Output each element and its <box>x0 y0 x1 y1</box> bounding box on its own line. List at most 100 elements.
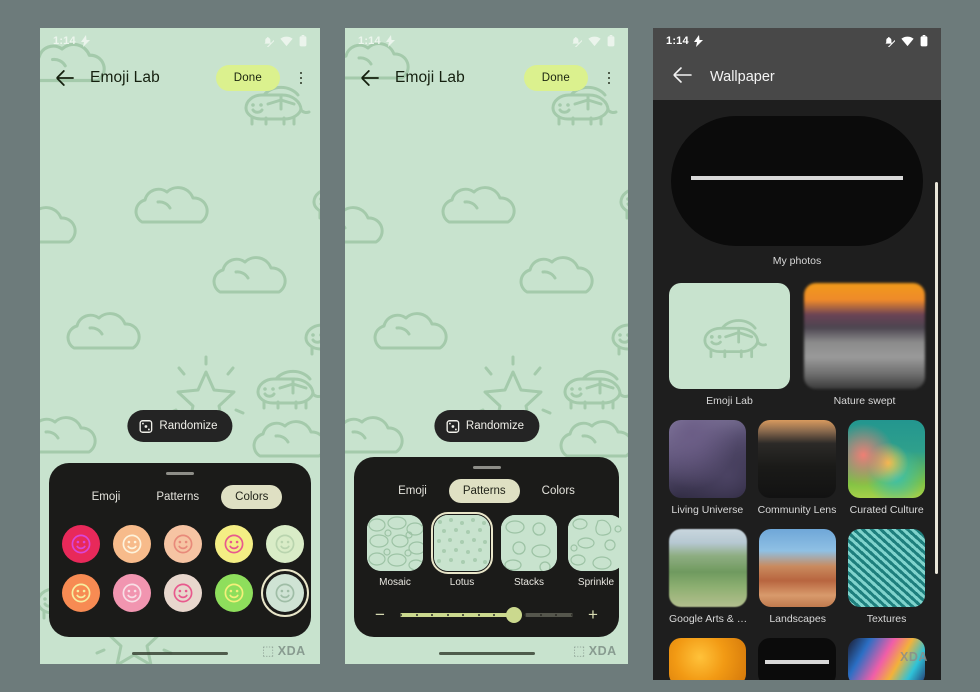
wallpaper-tile-textures[interactable]: Textures <box>848 529 926 625</box>
tile-label: Community Lens <box>757 504 837 516</box>
wallpaper-row-2: Living Universe Community Lens Curated C… <box>669 420 925 516</box>
back-button[interactable] <box>673 66 692 88</box>
status-bar: 1:14 <box>40 28 320 54</box>
tile-art <box>757 420 837 498</box>
slider-thumb[interactable] <box>506 606 523 623</box>
xda-watermark: XDA <box>900 650 928 664</box>
pattern-thumbnail <box>431 512 493 574</box>
wallpaper-tile-community-lens[interactable]: Community Lens <box>757 420 837 516</box>
bolt-icon <box>385 35 395 47</box>
density-slider-row: − + <box>354 588 619 623</box>
my-photos-tile[interactable] <box>671 116 923 246</box>
notifications-off-icon <box>885 36 895 47</box>
tab-colors[interactable]: Colors <box>221 485 283 509</box>
page-title: Wallpaper <box>710 69 775 85</box>
more-options-icon[interactable] <box>290 63 312 93</box>
randomize-button[interactable]: Randomize <box>127 410 233 442</box>
color-swatch[interactable] <box>113 525 151 563</box>
more-options-icon[interactable] <box>598 63 620 93</box>
wallpaper-tile-nature-swept[interactable]: Nature swept <box>804 283 925 407</box>
slider-ticks <box>400 613 573 616</box>
back-button[interactable] <box>355 63 385 93</box>
battery-icon <box>607 35 615 47</box>
tile-art <box>848 420 925 498</box>
color-swatch[interactable] <box>164 574 202 612</box>
pattern-label: Mosaic <box>379 577 411 588</box>
tile-art <box>669 420 746 498</box>
vertical-scrollbar[interactable] <box>935 182 938 574</box>
wallpaper-tile-curated-culture[interactable]: Curated Culture <box>848 420 925 516</box>
phone-screen-wallpaper-picker: 1:14 Wallpaper My photos Emoji Lab Natur… <box>653 28 941 680</box>
notifications-off-icon <box>572 36 582 47</box>
wifi-icon <box>280 36 293 46</box>
xda-watermark: ⬚ XDA <box>573 643 617 659</box>
randomize-icon <box>139 419 153 433</box>
wallpaper-row-1: Emoji Lab Nature swept <box>669 283 925 407</box>
tab-emoji[interactable]: Emoji <box>78 485 135 509</box>
wallpaper-row-4-partial <box>669 638 925 680</box>
app-bar: Wallpaper <box>653 54 941 100</box>
color-swatch[interactable] <box>164 525 202 563</box>
wallpaper-tile-partial-2[interactable] <box>758 638 836 680</box>
color-swatch[interactable] <box>62 525 100 563</box>
status-bar-right <box>883 35 928 47</box>
notifications-off-icon <box>264 36 274 47</box>
status-bar-right <box>262 35 307 47</box>
status-bar-left: 1:14 <box>666 35 703 47</box>
color-swatch[interactable] <box>215 525 253 563</box>
density-slider[interactable] <box>400 606 573 623</box>
page-title: Emoji Lab <box>395 69 465 86</box>
app-bar: Emoji Lab Done <box>40 54 320 102</box>
pattern-thumbnail <box>568 515 624 571</box>
randomize-button[interactable]: Randomize <box>433 410 540 442</box>
color-swatch[interactable] <box>215 574 253 612</box>
sheet-tabs: Emoji Patterns Colors <box>49 485 311 509</box>
tile-art <box>848 529 926 607</box>
tab-patterns[interactable]: Patterns <box>448 479 520 503</box>
pattern-option-sprinkle[interactable]: Sprinkle <box>568 515 624 588</box>
wallpaper-tile-google-arts[interactable]: Google Arts & … <box>669 529 748 625</box>
tab-patterns[interactable]: Patterns <box>142 485 213 509</box>
pattern-label: Lotus <box>449 577 475 588</box>
wallpaper-tile-living-universe[interactable]: Living Universe <box>669 420 746 516</box>
status-bar: 1:14 <box>345 28 628 54</box>
tile-label: Living Universe <box>671 504 744 516</box>
pattern-option-mosaic[interactable]: Mosaic <box>367 515 423 588</box>
pattern-option-lotus[interactable]: Lotus <box>431 512 493 588</box>
sheet-tabs: Emoji Patterns Colors <box>354 479 619 503</box>
wallpaper-tile-emoji-lab[interactable]: Emoji Lab <box>669 283 790 407</box>
tile-label: Textures <box>866 613 907 625</box>
wallpaper-tile-landscapes[interactable]: Landscapes <box>759 529 837 625</box>
wallpaper-list: My photos Emoji Lab Nature swept Living … <box>653 100 941 680</box>
bolt-icon <box>693 35 703 47</box>
color-swatch[interactable] <box>266 525 304 563</box>
color-swatch[interactable] <box>113 574 151 612</box>
wallpaper-tile-partial-1[interactable] <box>669 638 747 680</box>
screenshot-stage: 1:14 Emoji Lab Done Randomize Emoji Patt… <box>0 0 980 692</box>
pattern-option-stacks[interactable]: Stacks <box>501 515 557 588</box>
increase-button[interactable]: + <box>585 606 601 623</box>
pattern-thumbnail <box>367 515 423 571</box>
color-swatch[interactable] <box>62 574 100 612</box>
back-icon <box>361 70 379 86</box>
color-swatch[interactable] <box>261 569 309 617</box>
done-button[interactable]: Done <box>215 65 280 91</box>
page-title: Emoji Lab <box>90 69 160 86</box>
customization-sheet: Emoji Patterns Colors <box>49 463 311 637</box>
tile-art <box>759 529 837 607</box>
decrease-button[interactable]: − <box>372 606 388 623</box>
navigation-handle[interactable] <box>438 651 535 655</box>
tile-art <box>669 283 790 389</box>
tile-art <box>804 283 925 389</box>
tab-colors[interactable]: Colors <box>528 479 589 503</box>
bolt-icon <box>80 35 90 47</box>
sheet-drag-handle[interactable] <box>472 466 501 469</box>
sheet-drag-handle[interactable] <box>166 472 194 475</box>
navigation-handle[interactable] <box>132 651 228 655</box>
color-swatch-grid <box>49 521 311 623</box>
back-button[interactable] <box>50 63 80 93</box>
randomize-icon <box>445 419 459 433</box>
tab-emoji[interactable]: Emoji <box>384 479 441 503</box>
done-button[interactable]: Done <box>523 65 588 91</box>
tile-art <box>669 638 747 680</box>
